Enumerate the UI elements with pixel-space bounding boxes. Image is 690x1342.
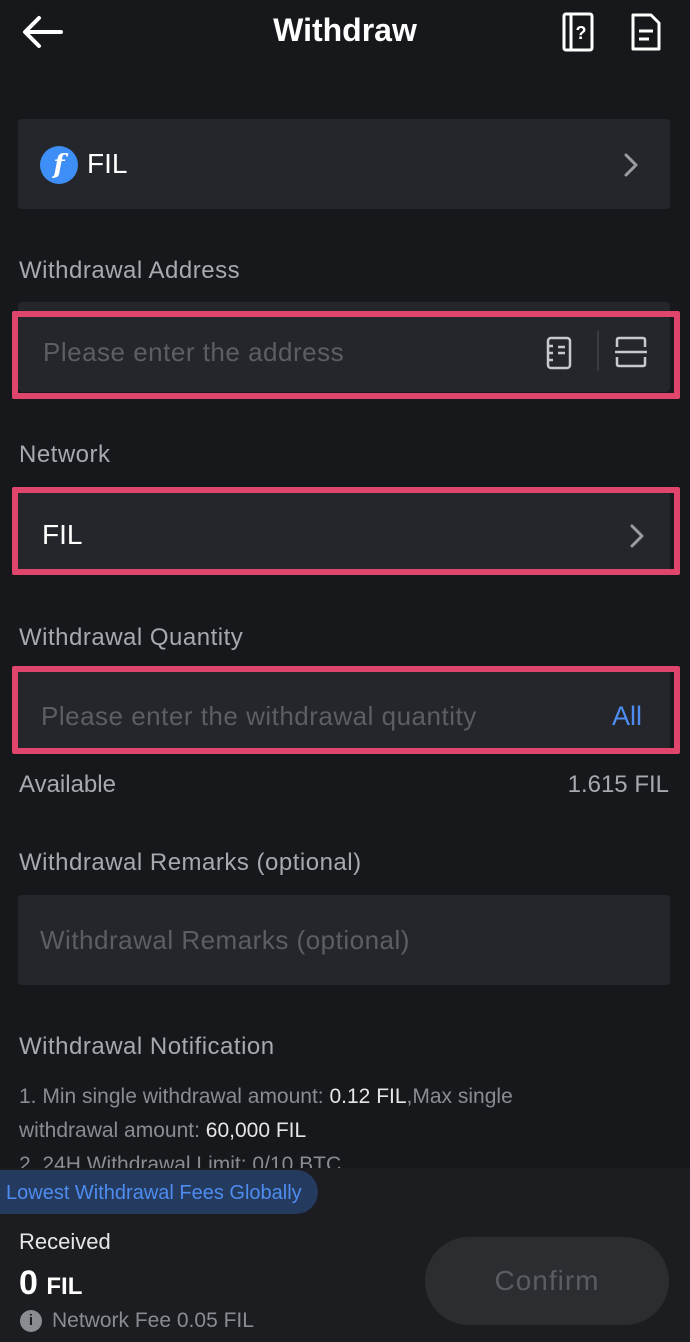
address-input[interactable]: Please enter the address: [12, 311, 680, 399]
address-book-icon[interactable]: [544, 335, 574, 371]
received-amount: 0: [19, 1264, 38, 1302]
address-label: Withdrawal Address: [19, 257, 241, 284]
fil-logo-icon: f: [40, 146, 78, 184]
network-selector[interactable]: FIL: [12, 487, 680, 575]
received-label: Received: [19, 1229, 111, 1254]
scan-icon[interactable]: [614, 335, 648, 369]
available-label: Available: [19, 771, 116, 798]
records-button[interactable]: [626, 10, 666, 54]
help-book-icon: ?: [562, 12, 594, 52]
chevron-right-icon: [630, 524, 644, 548]
quantity-label: Withdrawal Quantity: [19, 624, 244, 651]
quantity-input[interactable]: Please enter the withdrawal quantity All: [12, 666, 680, 754]
remarks-label: Withdrawal Remarks (optional): [19, 849, 362, 876]
chevron-right-icon: [624, 153, 638, 177]
promo-banner: Lowest Withdrawal Fees Globally: [0, 1170, 318, 1214]
divider: [597, 331, 599, 371]
all-button[interactable]: All: [612, 701, 642, 732]
network-fee: Network Fee 0.05 FIL: [52, 1309, 254, 1332]
info-icon[interactable]: i: [20, 1310, 42, 1332]
remarks-placeholder: Withdrawal Remarks (optional): [40, 925, 410, 955]
available-value: 1.615 FIL: [567, 771, 669, 798]
network-label: Network: [19, 441, 111, 468]
document-icon: [631, 13, 661, 51]
notification-text: 1. Min single withdrawal amount: 0.12 FI…: [19, 1085, 513, 1176]
network-value: FIL: [42, 519, 83, 550]
coin-selector[interactable]: f FIL: [18, 119, 670, 209]
coin-symbol: FIL: [87, 148, 128, 179]
address-placeholder: Please enter the address: [43, 337, 345, 367]
received-amount-row: 0 FIL: [19, 1264, 82, 1303]
remarks-input[interactable]: Withdrawal Remarks (optional): [18, 895, 670, 985]
svg-text:?: ?: [576, 23, 587, 43]
received-unit: FIL: [46, 1273, 83, 1300]
notification-title: Withdrawal Notification: [19, 1033, 275, 1060]
help-button[interactable]: ?: [558, 10, 598, 54]
quantity-placeholder: Please enter the withdrawal quantity: [41, 701, 477, 731]
confirm-button[interactable]: Confirm: [425, 1237, 669, 1325]
